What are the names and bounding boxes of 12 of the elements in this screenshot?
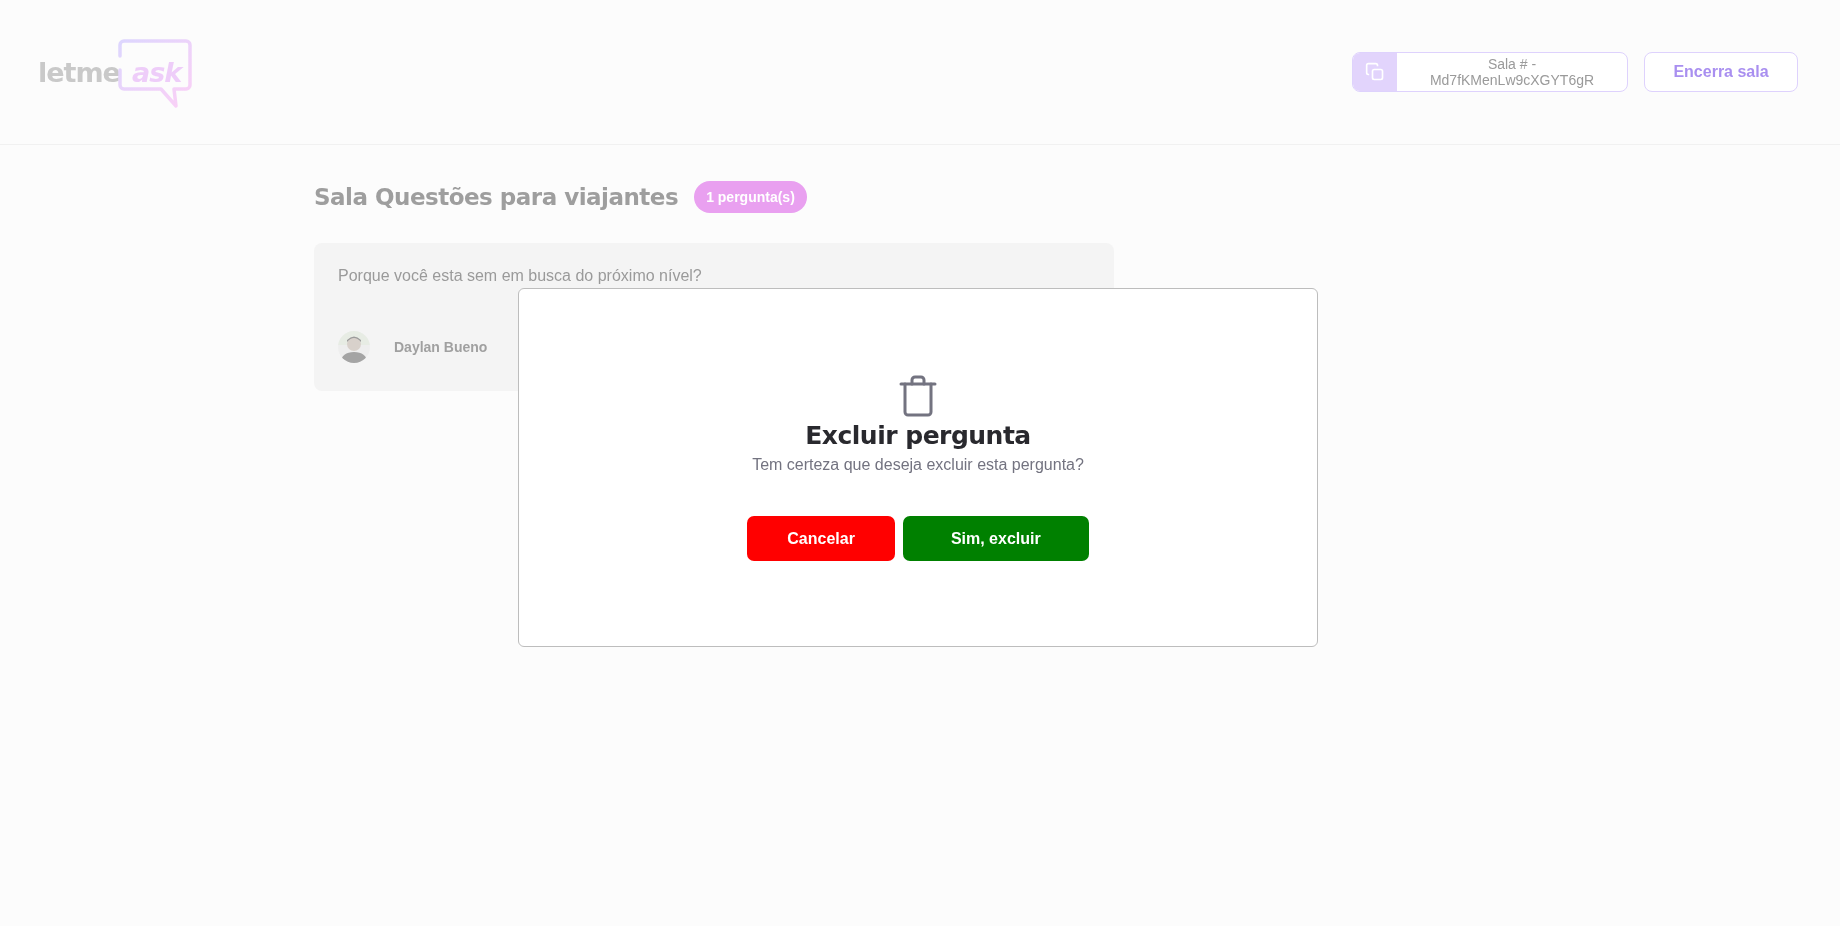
trash-icon xyxy=(898,375,938,417)
confirm-button[interactable]: Sim, excluir xyxy=(902,516,1089,561)
close-room-button[interactable]: Encerra sala xyxy=(1644,52,1798,92)
cancel-button[interactable]: Cancelar xyxy=(747,516,895,561)
dialog-message: Tem certeza que deseja excluir esta pergunta? xyxy=(752,456,1084,474)
question-text: Porque você esta sem em busca do próximo nível? xyxy=(338,267,703,285)
author-name: Daylan Bueno xyxy=(394,339,488,355)
room-title: Sala Questões para viajantes xyxy=(314,184,679,210)
copy-room-code-button[interactable]: Sala # - Md7fKMenLw9cXGYT6gR xyxy=(1352,52,1628,92)
question-count-badge: 1 pergunta(s) xyxy=(694,181,807,213)
copy-icon xyxy=(1365,62,1385,82)
dialog-title: Excluir pergunta xyxy=(805,421,1031,450)
